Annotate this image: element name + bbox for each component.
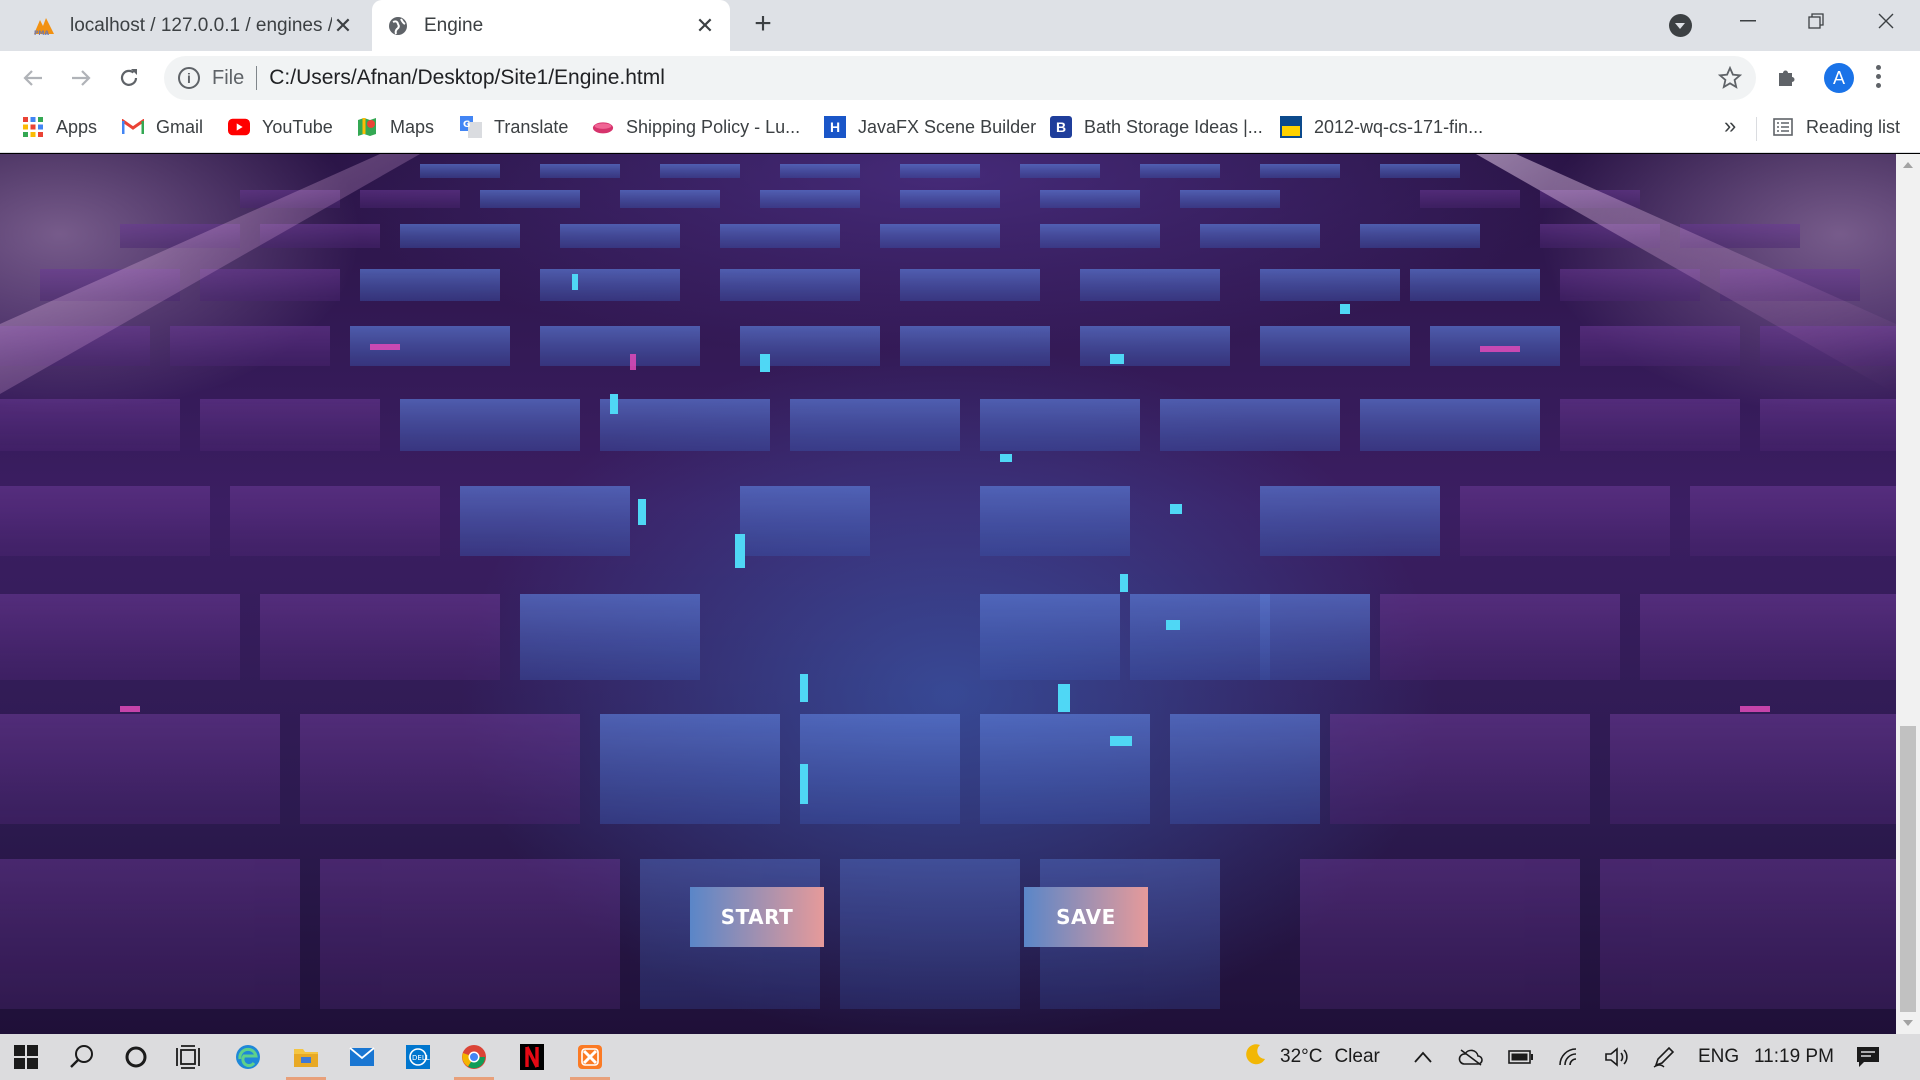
weather-temperature: 32°C [1280,1046,1323,1067]
page-viewport: START SAVE [0,154,1896,1034]
reading-list-icon [1772,116,1794,138]
back-arrow-icon[interactable] [18,63,48,93]
tab-engine[interactable]: Engine ✕ [372,0,730,51]
edge-browser-icon[interactable] [222,1034,274,1080]
url-text[interactable]: C:/Users/Afnan/Desktop/Site1/Engine.html [269,66,665,90]
bookmark-label: Apps [56,116,98,137]
lipstick-icon [592,116,614,138]
h-letter-icon: H [824,116,846,138]
b-letter-icon: B [1050,116,1072,138]
translate-icon: G [460,116,482,138]
pen-ink-icon[interactable] [1652,1034,1676,1080]
bookmark-maps[interactable]: Maps [356,105,434,149]
reload-icon[interactable] [114,63,144,93]
forward-arrow-icon[interactable] [66,63,96,93]
vertical-scrollbar[interactable] [1896,154,1920,1034]
volume-icon[interactable] [1604,1034,1630,1080]
apps-grid-icon [22,116,44,138]
mail-icon[interactable] [336,1034,388,1080]
scheme-label: File [212,66,245,89]
bookmark-label: YouTube [262,116,333,137]
browser-toolbar: i File C:/Users/Afnan/Desktop/Site1/Engi… [0,51,1920,105]
scroll-up-arrow-icon[interactable] [1903,162,1913,168]
bookmark-label: 2012-wq-cs-171-fin... [1314,116,1484,137]
notification-center-icon[interactable] [1856,1034,1880,1080]
bookmarks-bar: Apps Gmail YouTube Maps G Translate Ship… [0,105,1920,153]
uci-ics-icon [1280,116,1302,138]
bookmark-label: Maps [390,116,435,137]
gmail-icon [122,116,144,138]
restore-icon[interactable] [1796,6,1836,36]
svg-text:PMA: PMA [34,30,49,36]
svg-text:G: G [463,120,470,130]
weather-condition: Clear [1334,1046,1380,1067]
bookmark-javafx[interactable]: H JavaFX Scene Builder [824,105,1036,149]
windows-taskbar: DELL 32°C Clear ENG 11:19 PM [0,1034,1920,1080]
bookmark-label: Translate [494,116,569,137]
bookmark-label: Shipping Policy - Lu... [626,116,801,137]
reading-list-label: Reading list [1806,116,1901,137]
youtube-icon [228,116,250,138]
battery-icon[interactable] [1508,1034,1534,1080]
tab-title: Engine [424,14,484,36]
phpmyadmin-icon: PMA [32,14,56,38]
profile-avatar[interactable]: A [1824,63,1854,93]
tab-search-icon[interactable] [1669,14,1692,37]
file-explorer-icon[interactable] [280,1034,332,1080]
bookmark-shipping-policy[interactable]: Shipping Policy - Lu... [592,105,800,149]
input-language[interactable]: ENG [1698,1034,1739,1080]
bookmark-apps[interactable]: Apps [22,105,97,149]
tab-title: localhost / 127.0.0.1 / engines / e [70,14,332,36]
globe-icon [386,14,410,38]
netflix-icon[interactable] [506,1034,558,1080]
bookmark-bath-storage[interactable]: B Bath Storage Ideas |... [1050,105,1263,149]
bookmark-youtube[interactable]: YouTube [228,105,333,149]
bookmark-translate[interactable]: G Translate [460,105,568,149]
tab-phpmyadmin[interactable]: PMA localhost / 127.0.0.1 / engines / e … [18,0,368,51]
address-separator [256,66,258,90]
save-button[interactable]: SAVE [1024,887,1148,947]
address-bar[interactable]: i File C:/Users/Afnan/Desktop/Site1/Engi… [164,56,1756,100]
scrollbar-thumb[interactable] [1900,726,1916,1012]
task-view-icon[interactable] [162,1034,214,1080]
scroll-down-arrow-icon[interactable] [1903,1020,1913,1026]
svg-text:DELL: DELL [412,1054,430,1062]
bookmarks-overflow-chevron[interactable]: » [1724,113,1736,139]
moon-weather-icon [1244,1042,1268,1072]
start-button[interactable]: START [690,887,824,947]
windows-start-icon[interactable] [0,1034,52,1080]
bookmark-star-icon[interactable] [1717,65,1743,95]
close-tab-icon[interactable]: ✕ [694,13,716,38]
reading-list-button[interactable]: Reading list [1772,105,1900,149]
system-clock[interactable]: 11:19 PM [1754,1034,1834,1080]
wifi-icon[interactable] [1558,1034,1582,1080]
maps-icon [356,116,378,138]
search-icon[interactable] [56,1034,108,1080]
chrome-icon[interactable] [448,1034,500,1080]
bookmarks-divider [1756,117,1757,141]
background-tile-floor-image [0,154,1896,1009]
bookmark-cs171[interactable]: 2012-wq-cs-171-fin... [1280,105,1483,149]
new-tab-button[interactable]: + [748,9,778,40]
onedrive-cloud-icon[interactable] [1458,1034,1484,1080]
close-window-icon[interactable] [1866,6,1906,36]
dell-app-icon[interactable]: DELL [392,1034,444,1080]
browser-tab-strip: PMA localhost / 127.0.0.1 / engines / e … [0,0,1920,51]
show-hidden-icons-chevron-icon[interactable] [1414,1034,1432,1080]
bookmark-gmail[interactable]: Gmail [122,105,203,149]
bookmark-label: JavaFX Scene Builder [858,116,1037,137]
bookmark-label: Bath Storage Ideas |... [1084,116,1263,137]
extensions-puzzle-icon[interactable] [1775,65,1799,94]
close-tab-icon[interactable]: ✕ [332,13,354,38]
bookmark-label: Gmail [156,116,204,137]
weather-widget[interactable]: 32°C Clear [1244,1034,1380,1080]
minimize-icon[interactable] [1728,6,1768,36]
menu-kebab-icon[interactable] [1875,65,1881,91]
info-icon[interactable]: i [178,67,200,89]
cortana-icon[interactable] [110,1034,162,1080]
xampp-icon[interactable] [564,1034,616,1080]
